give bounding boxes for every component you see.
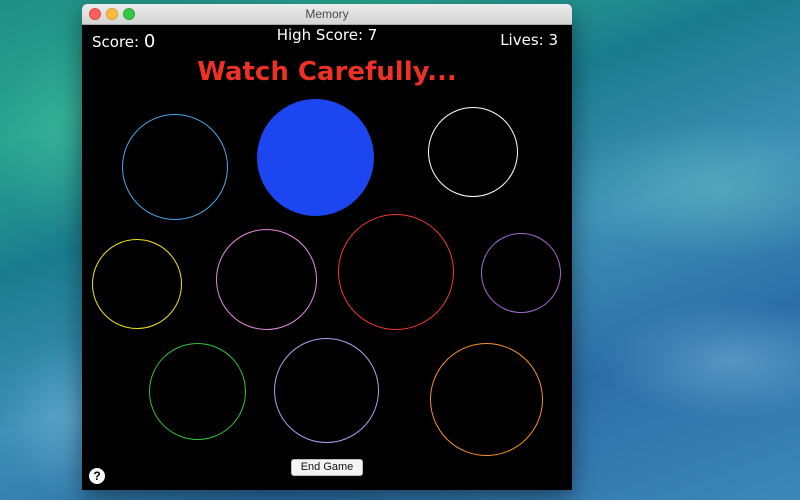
circle-red[interactable] xyxy=(338,214,454,330)
circle-sky-blue[interactable] xyxy=(122,114,228,220)
circle-white[interactable] xyxy=(428,107,518,197)
circle-pink[interactable] xyxy=(216,229,317,330)
end-game-button[interactable]: End Game xyxy=(291,459,363,476)
status-message: Watch Carefully... xyxy=(197,57,457,87)
circle-yellow[interactable] xyxy=(92,239,182,329)
circle-blue[interactable] xyxy=(257,99,374,216)
circle-orange[interactable] xyxy=(430,343,543,456)
circle-purple[interactable] xyxy=(481,233,561,313)
game-board: Score: 0 High Score: 7 Lives: 3 Watch Ca… xyxy=(82,25,572,490)
desktop-wave xyxy=(560,120,800,260)
title-bar[interactable]: Memory xyxy=(82,4,572,25)
circle-green[interactable] xyxy=(149,343,246,440)
lives-display: Lives: 3 xyxy=(500,31,558,49)
desktop-wave xyxy=(600,300,800,420)
circle-lavender[interactable] xyxy=(274,338,379,443)
memory-window: Memory Score: 0 High Score: 7 Lives: 3 W… xyxy=(82,4,572,490)
help-button[interactable]: ? xyxy=(89,468,105,484)
window-title: Memory xyxy=(305,7,349,21)
high-score-display: High Score: 7 xyxy=(276,26,378,44)
